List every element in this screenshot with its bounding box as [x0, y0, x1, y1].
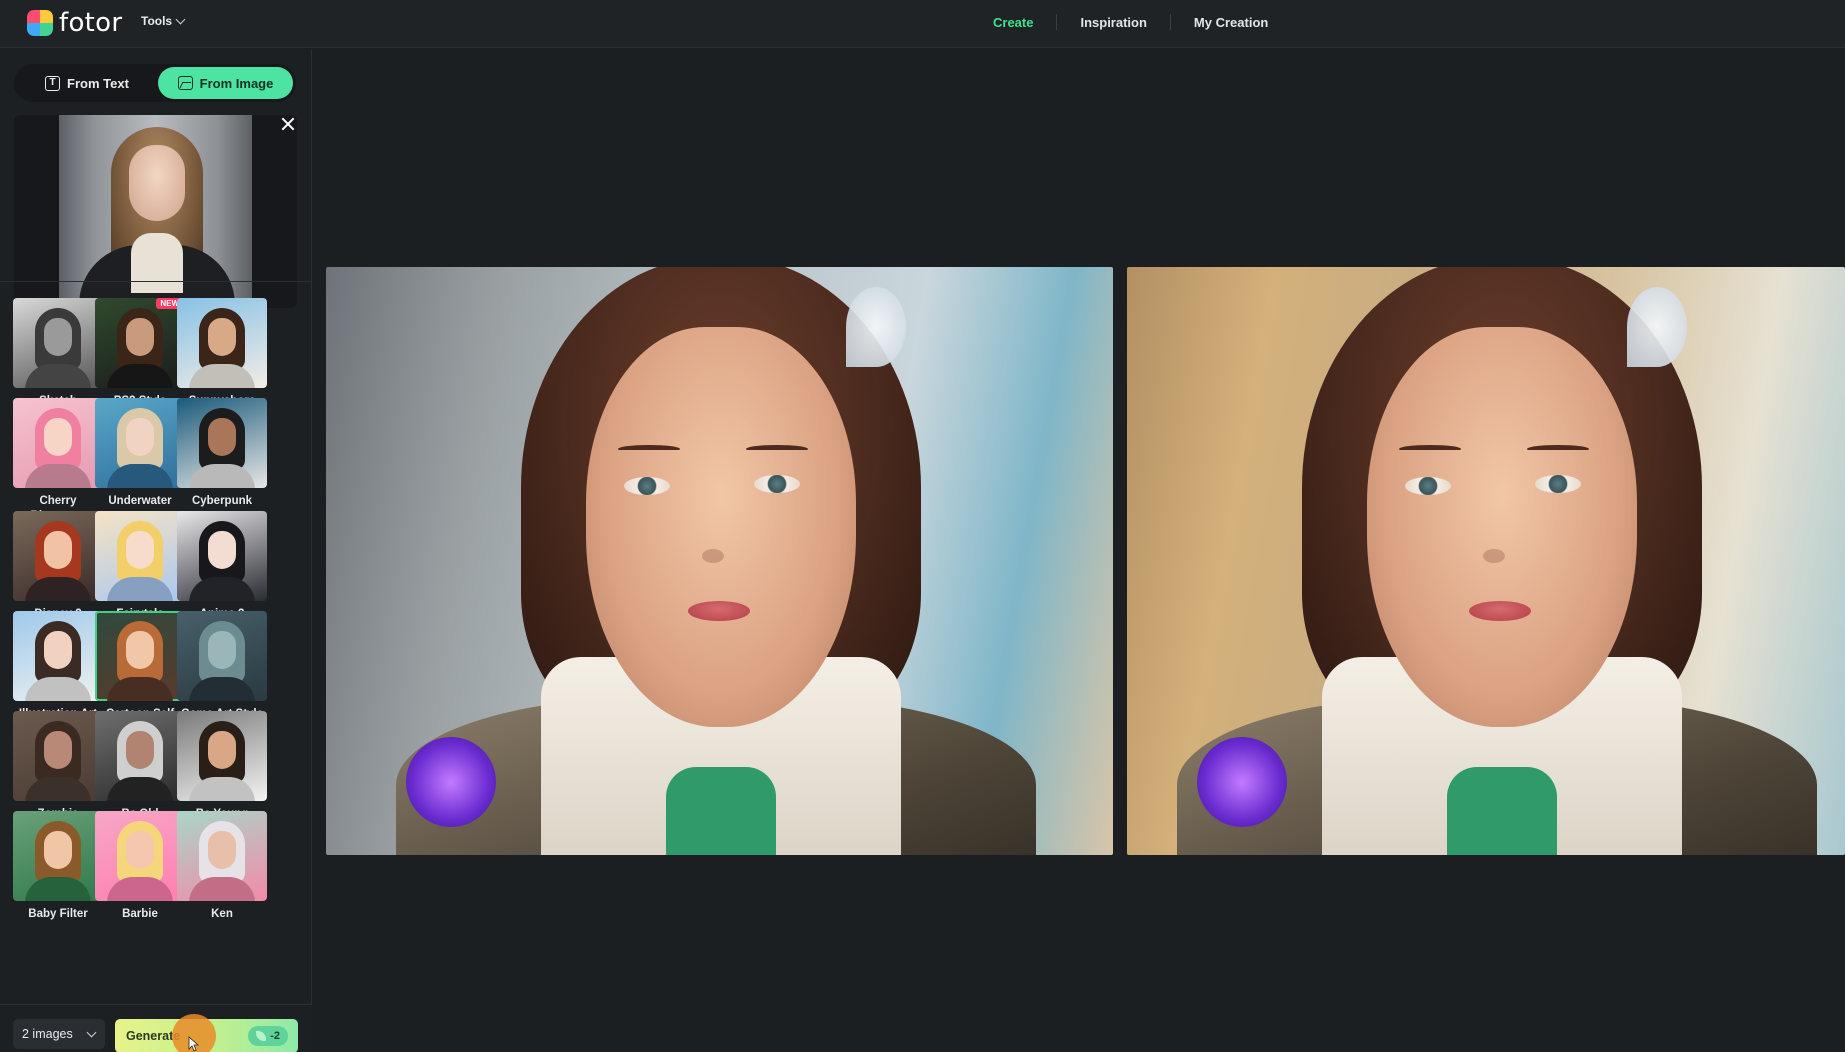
chevron-down-icon: [86, 1027, 97, 1037]
style-thumbnail: [13, 811, 103, 901]
style-thumbnail: [95, 511, 185, 601]
style-thumbnail: [177, 611, 267, 701]
style-label: Cyberpunk: [191, 495, 253, 507]
image-count-select[interactable]: 2 images: [13, 1019, 105, 1049]
fotor-logo[interactable]: fotor: [27, 8, 123, 38]
logo-text: fotor: [59, 8, 123, 38]
tools-label: Tools: [141, 14, 173, 28]
style-label: Baby Filter: [28, 908, 88, 920]
from-text-button[interactable]: T From Text: [18, 67, 156, 99]
top-bar: fotor Tools Create Inspiration My Creati…: [0, 0, 1845, 48]
image-icon: [177, 76, 193, 90]
style-thumbnail: [95, 811, 185, 901]
style-thumbnail: [95, 611, 185, 701]
style-label: Barbie: [122, 908, 158, 920]
generate-bar: 2 images Generate -2: [0, 1004, 312, 1052]
style-thumbnail: [13, 511, 103, 601]
mouse-pointer-icon: [188, 1036, 200, 1052]
mode-toggle: T From Text From Image: [14, 64, 296, 102]
style-thumbnail: [95, 298, 185, 388]
image-count-value: 2 images: [22, 1027, 73, 1041]
sidebar-divider: [0, 281, 312, 282]
text-icon: T: [45, 75, 61, 91]
result-image-2[interactable]: [1127, 267, 1845, 855]
style-thumbnail: [95, 711, 185, 801]
sidebar: T From Text From Image SketchNEWPS2 Styl…: [0, 49, 312, 1052]
result-image-1[interactable]: [326, 267, 1113, 855]
leaf-credit-icon: [256, 1031, 267, 1041]
credit-cost-badge: -2: [248, 1026, 288, 1046]
style-label: Underwater: [108, 495, 172, 507]
uploaded-image-box[interactable]: [14, 115, 297, 308]
style-thumbnail: [13, 398, 103, 488]
style-thumbnail: [177, 711, 267, 801]
credit-cost: -2: [270, 1030, 280, 1042]
uploaded-photo: [59, 115, 252, 308]
nav-inspiration[interactable]: Inspiration: [1057, 15, 1169, 30]
style-thumbnail: [95, 398, 185, 488]
from-text-label: From Text: [67, 75, 129, 91]
close-icon[interactable]: [280, 116, 296, 132]
logo-mark-icon: [27, 10, 53, 36]
from-image-button[interactable]: From Image: [158, 67, 293, 99]
from-image-label: From Image: [199, 75, 274, 91]
style-thumbnail: [13, 611, 103, 701]
style-thumbnail: [13, 298, 103, 388]
style-thumbnail: [177, 811, 267, 901]
nav-create[interactable]: Create: [970, 15, 1056, 30]
chevron-down-icon: [175, 14, 186, 24]
style-label: Ken: [211, 908, 233, 920]
style-thumbnail: [13, 711, 103, 801]
style-thumbnail: [177, 398, 267, 488]
nav-my-creation[interactable]: My Creation: [1171, 15, 1291, 30]
tools-menu[interactable]: Tools: [141, 14, 186, 28]
style-thumbnail: [177, 298, 267, 388]
style-thumbnail: [177, 511, 267, 601]
main-nav: Create Inspiration My Creation: [970, 14, 1291, 30]
